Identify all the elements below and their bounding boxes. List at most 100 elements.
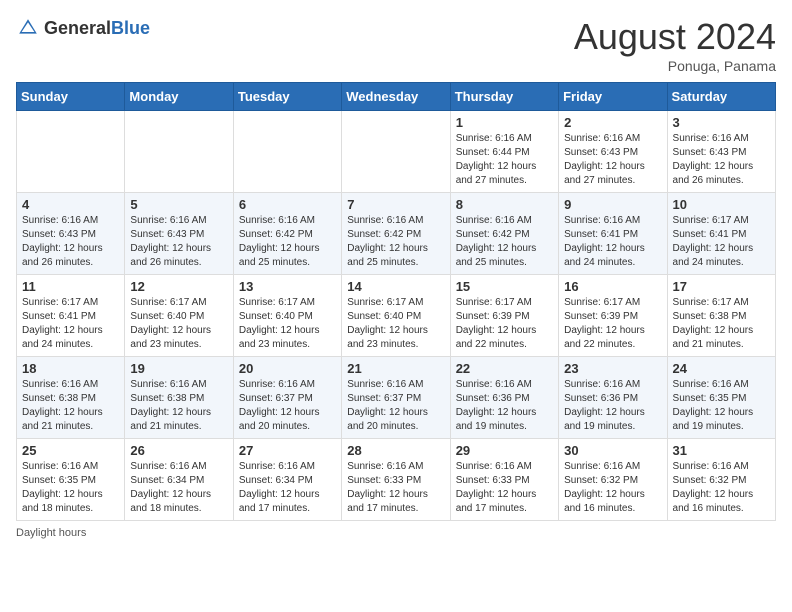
day-number: 28 bbox=[347, 443, 444, 458]
calendar-week-row: 4 Sunrise: 6:16 AM Sunset: 6:43 PM Daylig… bbox=[17, 193, 776, 275]
calendar-header-thursday: Thursday bbox=[450, 83, 558, 111]
calendar-cell: 4 Sunrise: 6:16 AM Sunset: 6:43 PM Daylig… bbox=[17, 193, 125, 275]
calendar-cell: 19 Sunrise: 6:16 AM Sunset: 6:38 PM Dayli… bbox=[125, 357, 233, 439]
day-number: 13 bbox=[239, 279, 336, 294]
calendar-cell bbox=[17, 111, 125, 193]
calendar-cell: 10 Sunrise: 6:17 AM Sunset: 6:41 PM Dayli… bbox=[667, 193, 775, 275]
calendar-cell bbox=[125, 111, 233, 193]
day-info: Sunrise: 6:16 AM Sunset: 6:32 PM Dayligh… bbox=[564, 460, 661, 516]
day-info: Sunrise: 6:17 AM Sunset: 6:41 PM Dayligh… bbox=[673, 214, 770, 270]
calendar-week-row: 18 Sunrise: 6:16 AM Sunset: 6:38 PM Dayli… bbox=[17, 357, 776, 439]
calendar-cell: 1 Sunrise: 6:16 AM Sunset: 6:44 PM Daylig… bbox=[450, 111, 558, 193]
day-info: Sunrise: 6:16 AM Sunset: 6:33 PM Dayligh… bbox=[347, 460, 444, 516]
calendar-cell: 31Sunrise: 6:16 AM Sunset: 6:32 PM Dayli… bbox=[667, 439, 775, 521]
calendar-header-friday: Friday bbox=[559, 83, 667, 111]
day-info: Sunrise: 6:16 AM Sunset: 6:38 PM Dayligh… bbox=[22, 378, 119, 434]
day-info: Sunrise: 6:16 AM Sunset: 6:36 PM Dayligh… bbox=[564, 378, 661, 434]
day-info: Sunrise: 6:16 AM Sunset: 6:43 PM Dayligh… bbox=[564, 132, 661, 188]
day-info: Sunrise: 6:17 AM Sunset: 6:39 PM Dayligh… bbox=[564, 296, 661, 352]
calendar-week-row: 11Sunrise: 6:17 AM Sunset: 6:41 PM Dayli… bbox=[17, 275, 776, 357]
calendar-header-tuesday: Tuesday bbox=[233, 83, 341, 111]
calendar-cell: 26 Sunrise: 6:16 AM Sunset: 6:34 PM Dayli… bbox=[125, 439, 233, 521]
calendar-cell: 5Sunrise: 6:16 AM Sunset: 6:43 PM Daylig… bbox=[125, 193, 233, 275]
calendar-cell: 27Sunrise: 6:16 AM Sunset: 6:34 PM Dayli… bbox=[233, 439, 341, 521]
calendar-cell: 17 Sunrise: 6:17 AM Sunset: 6:38 PM Dayli… bbox=[667, 275, 775, 357]
calendar-cell: 7Sunrise: 6:16 AM Sunset: 6:42 PM Daylig… bbox=[342, 193, 450, 275]
day-info: Sunrise: 6:16 AM Sunset: 6:43 PM Dayligh… bbox=[673, 132, 770, 188]
calendar-cell bbox=[233, 111, 341, 193]
day-number: 24 bbox=[673, 361, 770, 376]
day-number: 2 bbox=[564, 115, 661, 130]
calendar-header-wednesday: Wednesday bbox=[342, 83, 450, 111]
calendar-cell bbox=[342, 111, 450, 193]
calendar-cell: 20Sunrise: 6:16 AM Sunset: 6:37 PM Dayli… bbox=[233, 357, 341, 439]
logo-icon bbox=[16, 16, 40, 40]
calendar-cell: 15 Sunrise: 6:17 AM Sunset: 6:39 PM Dayli… bbox=[450, 275, 558, 357]
day-number: 15 bbox=[456, 279, 553, 294]
calendar-table: SundayMondayTuesdayWednesdayThursdayFrid… bbox=[16, 82, 776, 521]
calendar-cell: 11Sunrise: 6:17 AM Sunset: 6:41 PM Dayli… bbox=[17, 275, 125, 357]
calendar-cell: 30 Sunrise: 6:16 AM Sunset: 6:32 PM Dayli… bbox=[559, 439, 667, 521]
day-info: Sunrise: 6:17 AM Sunset: 6:38 PM Dayligh… bbox=[673, 296, 770, 352]
calendar-cell: 16 Sunrise: 6:17 AM Sunset: 6:39 PM Dayli… bbox=[559, 275, 667, 357]
day-info: Sunrise: 6:16 AM Sunset: 6:38 PM Dayligh… bbox=[130, 378, 227, 434]
logo-general-text: General bbox=[44, 18, 111, 38]
day-info: Sunrise: 6:16 AM Sunset: 6:42 PM Dayligh… bbox=[239, 214, 336, 270]
day-number: 19 bbox=[130, 361, 227, 376]
day-number: 26 bbox=[130, 443, 227, 458]
calendar-cell: 12Sunrise: 6:17 AM Sunset: 6:40 PM Dayli… bbox=[125, 275, 233, 357]
day-number: 9 bbox=[564, 197, 661, 212]
day-info: Sunrise: 6:16 AM Sunset: 6:33 PM Dayligh… bbox=[456, 460, 553, 516]
location-subtitle: Ponuga, Panama bbox=[574, 58, 776, 74]
calendar-cell: 23Sunrise: 6:16 AM Sunset: 6:36 PM Dayli… bbox=[559, 357, 667, 439]
calendar-cell: 3 Sunrise: 6:16 AM Sunset: 6:43 PM Daylig… bbox=[667, 111, 775, 193]
day-number: 3 bbox=[673, 115, 770, 130]
calendar-cell: 8Sunrise: 6:16 AM Sunset: 6:42 PM Daylig… bbox=[450, 193, 558, 275]
calendar-cell: 24Sunrise: 6:16 AM Sunset: 6:35 PM Dayli… bbox=[667, 357, 775, 439]
day-number: 5 bbox=[130, 197, 227, 212]
day-number: 1 bbox=[456, 115, 553, 130]
footer-note: Daylight hours bbox=[16, 527, 776, 539]
day-number: 17 bbox=[673, 279, 770, 294]
day-info: Sunrise: 6:16 AM Sunset: 6:44 PM Dayligh… bbox=[456, 132, 553, 188]
day-info: Sunrise: 6:16 AM Sunset: 6:37 PM Dayligh… bbox=[347, 378, 444, 434]
calendar-cell: 18 Sunrise: 6:16 AM Sunset: 6:38 PM Dayli… bbox=[17, 357, 125, 439]
calendar-cell: 9Sunrise: 6:16 AM Sunset: 6:41 PM Daylig… bbox=[559, 193, 667, 275]
day-info: Sunrise: 6:16 AM Sunset: 6:32 PM Dayligh… bbox=[673, 460, 770, 516]
calendar-cell: 21 Sunrise: 6:16 AM Sunset: 6:37 PM Dayli… bbox=[342, 357, 450, 439]
day-number: 22 bbox=[456, 361, 553, 376]
day-number: 16 bbox=[564, 279, 661, 294]
day-info: Sunrise: 6:16 AM Sunset: 6:43 PM Dayligh… bbox=[22, 214, 119, 270]
calendar-cell: 28 Sunrise: 6:16 AM Sunset: 6:33 PM Dayli… bbox=[342, 439, 450, 521]
day-info: Sunrise: 6:17 AM Sunset: 6:39 PM Dayligh… bbox=[456, 296, 553, 352]
day-number: 30 bbox=[564, 443, 661, 458]
calendar-cell: 6 Sunrise: 6:16 AM Sunset: 6:42 PM Daylig… bbox=[233, 193, 341, 275]
calendar-cell: 14 Sunrise: 6:17 AM Sunset: 6:40 PM Dayli… bbox=[342, 275, 450, 357]
day-number: 21 bbox=[347, 361, 444, 376]
logo: GeneralBlue bbox=[16, 16, 150, 40]
day-number: 25 bbox=[22, 443, 119, 458]
month-year-title: August 2024 bbox=[574, 16, 776, 58]
calendar-cell: 22Sunrise: 6:16 AM Sunset: 6:36 PM Dayli… bbox=[450, 357, 558, 439]
header: GeneralBlue August 2024 Ponuga, Panama bbox=[16, 16, 776, 74]
day-number: 6 bbox=[239, 197, 336, 212]
day-number: 4 bbox=[22, 197, 119, 212]
day-number: 18 bbox=[22, 361, 119, 376]
calendar-cell: 29Sunrise: 6:16 AM Sunset: 6:33 PM Dayli… bbox=[450, 439, 558, 521]
day-info: Sunrise: 6:16 AM Sunset: 6:42 PM Dayligh… bbox=[347, 214, 444, 270]
day-info: Sunrise: 6:16 AM Sunset: 6:42 PM Dayligh… bbox=[456, 214, 553, 270]
day-number: 10 bbox=[673, 197, 770, 212]
calendar-cell: 2 Sunrise: 6:16 AM Sunset: 6:43 PM Daylig… bbox=[559, 111, 667, 193]
calendar-cell: 25 Sunrise: 6:16 AM Sunset: 6:35 PM Dayli… bbox=[17, 439, 125, 521]
day-number: 20 bbox=[239, 361, 336, 376]
day-info: Sunrise: 6:17 AM Sunset: 6:40 PM Dayligh… bbox=[347, 296, 444, 352]
title-area: August 2024 Ponuga, Panama bbox=[574, 16, 776, 74]
day-info: Sunrise: 6:16 AM Sunset: 6:34 PM Dayligh… bbox=[239, 460, 336, 516]
calendar-cell: 13Sunrise: 6:17 AM Sunset: 6:40 PM Dayli… bbox=[233, 275, 341, 357]
day-info: Sunrise: 6:16 AM Sunset: 6:34 PM Dayligh… bbox=[130, 460, 227, 516]
calendar-week-row: 1 Sunrise: 6:16 AM Sunset: 6:44 PM Daylig… bbox=[17, 111, 776, 193]
calendar-header-row: SundayMondayTuesdayWednesdayThursdayFrid… bbox=[17, 83, 776, 111]
day-info: Sunrise: 6:16 AM Sunset: 6:35 PM Dayligh… bbox=[22, 460, 119, 516]
day-number: 14 bbox=[347, 279, 444, 294]
day-info: Sunrise: 6:17 AM Sunset: 6:41 PM Dayligh… bbox=[22, 296, 119, 352]
